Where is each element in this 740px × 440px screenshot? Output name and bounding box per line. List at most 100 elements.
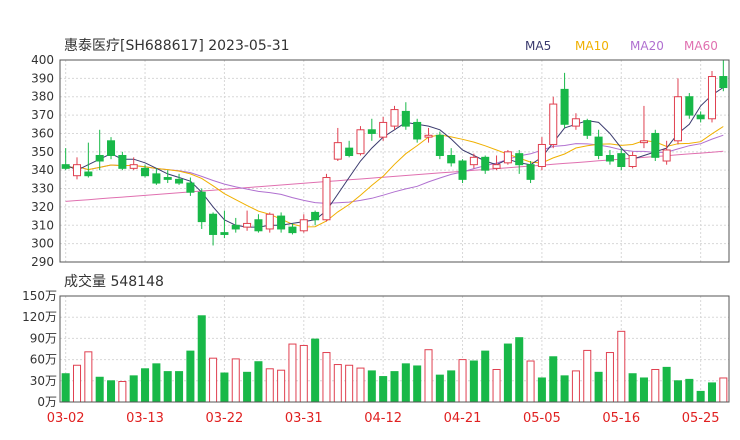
volume-title: 成交量 548148 [64, 273, 164, 290]
candle [322, 173, 331, 222]
date-label: 05-05 [523, 411, 561, 426]
candle-body [719, 76, 728, 89]
candle-body [685, 96, 694, 116]
candle [220, 210, 229, 239]
candle-body [197, 191, 206, 223]
candle [152, 168, 161, 185]
legend-ma10: MA10 [575, 39, 609, 53]
volume-tick-label: 30万 [30, 374, 57, 388]
volume-bar [84, 351, 93, 403]
candle-body [639, 140, 648, 144]
candle-body [492, 164, 501, 169]
volume-bar [594, 371, 603, 403]
volume-bar [617, 330, 626, 403]
candle-body [95, 154, 104, 162]
volume-bar [481, 350, 490, 403]
candle-body [617, 153, 626, 168]
volume-bar [175, 371, 184, 403]
candle-body [458, 160, 467, 180]
candle [651, 129, 660, 161]
volume-bar [401, 363, 410, 403]
candle-body [537, 143, 546, 168]
candle [583, 118, 592, 139]
volume-bar [685, 378, 694, 403]
legend: MA5 MA10 MA20 MA60 [525, 39, 718, 53]
volume-bar [231, 358, 240, 403]
volume-bar [367, 370, 376, 403]
candle [549, 96, 558, 149]
volume-bar [583, 349, 592, 403]
candle-body [231, 224, 240, 230]
candle [254, 214, 263, 233]
volume-bar [265, 368, 274, 403]
volume-tick-label: 120万 [22, 310, 57, 324]
candle-body [515, 153, 524, 166]
volume-bar [492, 368, 501, 403]
candle-body [651, 132, 660, 158]
candle-body [526, 164, 535, 180]
date-label: 03-31 [285, 411, 323, 426]
volume-bar [526, 360, 535, 403]
candle [719, 60, 728, 92]
candle-body [673, 96, 682, 142]
candlesticks [61, 60, 728, 246]
candle-body [288, 226, 297, 234]
price-tick-label: 390 [31, 71, 54, 85]
volume-bar [254, 361, 263, 403]
volume-bar [549, 356, 558, 403]
candle-body [311, 211, 320, 221]
candle-body [424, 134, 433, 138]
volume-bar [152, 363, 161, 403]
candle-body [220, 232, 229, 235]
volume-bar [220, 372, 229, 403]
candle [311, 210, 320, 226]
candle [685, 93, 694, 119]
volume-bar [435, 374, 444, 403]
date-label: 03-13 [126, 411, 164, 426]
candle [118, 151, 127, 171]
candle-body [129, 164, 138, 169]
candle [209, 212, 218, 246]
candle [72, 157, 82, 180]
candle [696, 111, 705, 123]
candle [673, 78, 682, 145]
volume-bar [61, 373, 70, 403]
candle [231, 217, 240, 233]
candle-body [390, 109, 399, 127]
candle-body [175, 178, 184, 184]
candle-body [333, 142, 342, 160]
volume-bar [719, 377, 728, 403]
volume-bar [299, 344, 308, 403]
candle-body [560, 88, 569, 125]
price-tick-label: 360 [31, 126, 54, 140]
candle-body [277, 215, 286, 230]
candle [560, 72, 569, 128]
volume-bar [424, 349, 433, 403]
candle-body [345, 147, 354, 156]
candle [537, 137, 546, 171]
volume-bar [118, 381, 127, 403]
candle [628, 151, 637, 169]
candle-body [84, 171, 93, 177]
candle [265, 212, 274, 233]
candle-body [503, 151, 512, 164]
volume-tick-label: 90万 [30, 331, 57, 345]
price-tick-label: 340 [31, 163, 54, 177]
candle-body [186, 182, 195, 193]
candle-body [163, 177, 172, 180]
candle-body [628, 154, 637, 168]
volume-bar [458, 359, 467, 403]
volume-tick-label: 150万 [22, 289, 57, 303]
candle-body [413, 121, 422, 140]
candle-body [379, 121, 388, 138]
candle-body [299, 219, 308, 232]
volume-axis: 150万 120万 90万 60万 30万 0万 [22, 289, 57, 409]
date-label: 05-25 [682, 411, 720, 426]
chart-title: 惠泰医疗[SH688617] 2023-05-31 [64, 38, 290, 54]
candle [492, 155, 501, 171]
candle [163, 170, 172, 184]
volume-bar [605, 352, 614, 403]
price-tick-label: 350 [31, 145, 54, 159]
volume-bar [560, 375, 569, 403]
candle [594, 129, 603, 160]
